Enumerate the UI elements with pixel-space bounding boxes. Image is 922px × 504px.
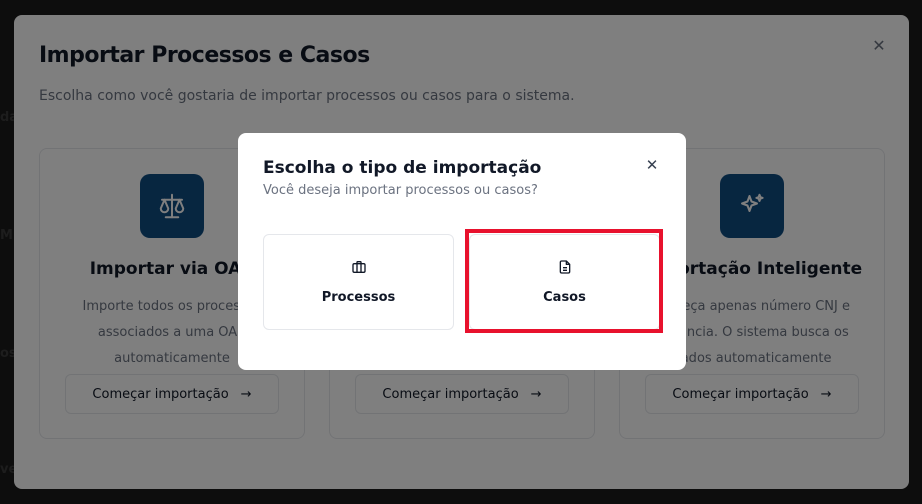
document-icon [557,259,573,280]
dialog-title: Escolha o tipo de importação [263,158,542,178]
close-icon[interactable]: ✕ [644,158,660,174]
briefcase-icon [351,259,367,280]
option-casos-button[interactable]: Casos [469,234,660,330]
import-type-dialog: Escolha o tipo de importação Você deseja… [238,133,686,370]
option-label: Processos [321,290,396,305]
option-label: Casos [543,290,586,305]
option-processos-button[interactable]: Processos [263,234,454,330]
dialog-subtitle: Você deseja importar processos ou casos? [263,183,538,198]
